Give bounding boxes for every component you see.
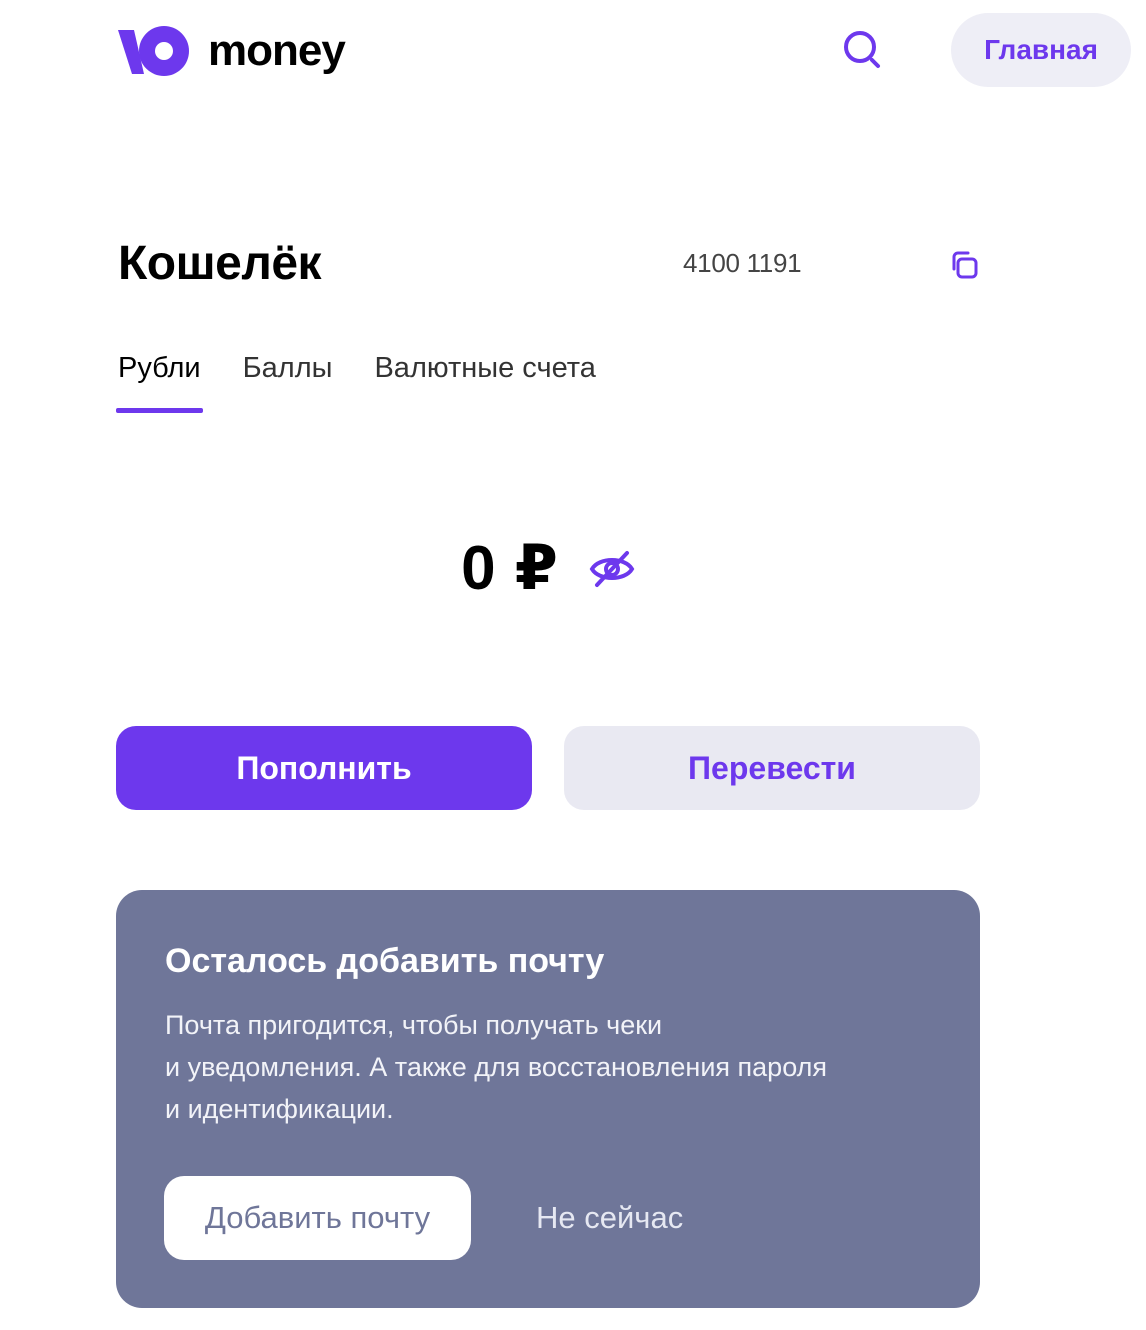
search-icon: [844, 31, 880, 68]
logo-text: money: [208, 26, 346, 75]
yoomoney-logo-icon: [118, 26, 189, 76]
add-email-button[interactable]: Добавить почту: [164, 1176, 471, 1260]
currency-tabs: Рубли Баллы Валютные счета: [116, 352, 596, 413]
tab-currency-accounts[interactable]: Валютные счета: [374, 352, 595, 413]
balance-value: 0 ₽: [461, 534, 559, 603]
balance-row: 0 ₽: [0, 538, 1146, 600]
add-email-description: Почта пригодится, чтобы получать чеки и …: [165, 1004, 925, 1130]
home-button[interactable]: Главная: [951, 13, 1131, 87]
page-title: Кошелёк: [118, 237, 322, 290]
add-email-text-line: Почта пригодится, чтобы получать чеки: [165, 1010, 663, 1040]
add-email-text-line: и идентификации.: [165, 1094, 394, 1124]
toggle-balance-visibility-button[interactable]: [589, 549, 635, 589]
topup-button[interactable]: Пополнить: [116, 726, 532, 810]
add-email-title: Осталось добавить почту: [165, 942, 605, 980]
eye-off-icon: [589, 551, 635, 587]
add-email-card: Осталось добавить почту Почта пригодится…: [116, 890, 980, 1308]
wallet-page: money Главная Кошелёк 4100 1191 1 Рубли …: [0, 0, 1146, 1330]
account-number: 4100 1191 1: [683, 248, 803, 278]
logo[interactable]: money: [118, 24, 346, 78]
copy-icon: [952, 251, 978, 279]
copy-account-button[interactable]: [948, 249, 980, 281]
transfer-button[interactable]: Перевести: [564, 726, 980, 810]
add-email-text-line: и уведомления. А также для восстановлени…: [165, 1052, 828, 1082]
search-button[interactable]: [840, 28, 884, 72]
tab-points[interactable]: Баллы: [243, 352, 333, 413]
tab-rubles[interactable]: Рубли: [116, 352, 203, 413]
not-now-button[interactable]: Не сейчас: [536, 1176, 683, 1260]
